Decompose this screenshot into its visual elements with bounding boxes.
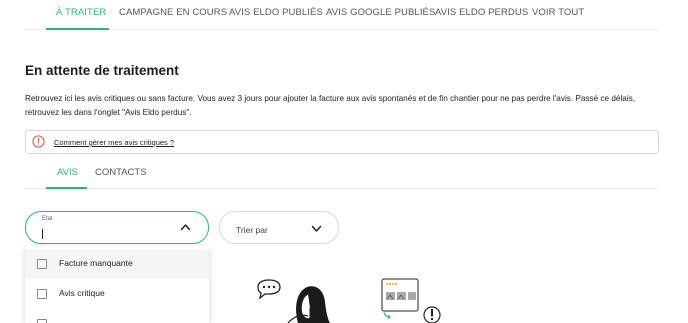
person-illustration <box>257 279 330 323</box>
tab-avis-eldo-publies[interactable]: AVIS ELDO PUBLIÉS <box>229 7 323 18</box>
info-banner: Comment gérer mes avis critiques ? <box>25 130 659 154</box>
tab-avis-eldo-perdus[interactable]: AVIS ELDO PERDUS <box>435 7 528 18</box>
chevron-up-icon[interactable] <box>180 223 191 231</box>
review-card-illustration <box>381 278 441 323</box>
tab-contacts[interactable]: CONTACTS <box>95 167 147 178</box>
active-tab-indicator <box>46 28 109 30</box>
chevron-down-icon[interactable] <box>311 225 322 233</box>
sub-tabs: AVIS CONTACTS <box>25 158 658 189</box>
tab-campagne-en-cours[interactable]: CAMPAGNE EN COURS <box>119 7 227 18</box>
etat-dropdown-menu: Facture manquante Avis critique <box>25 246 209 323</box>
etat-label: Etat <box>42 216 53 222</box>
sort-select[interactable]: Trier par <box>219 211 339 244</box>
option-partial[interactable] <box>25 309 209 323</box>
page-title: En attente de traitement <box>25 63 179 78</box>
tab-voir-tout[interactable]: VOIR TOUT <box>532 7 584 18</box>
page-description: Retrouvez ici les avis critiques ou sans… <box>25 94 636 117</box>
option-avis-critique[interactable]: Avis critique <box>25 279 209 309</box>
top-tabs: À TRAITER CAMPAGNE EN COURS AVIS ELDO PU… <box>25 0 658 30</box>
etat-select[interactable]: Etat <box>25 211 209 244</box>
active-subtab-indicator <box>46 187 87 189</box>
checkbox[interactable] <box>37 319 47 323</box>
tab-avis[interactable]: AVIS <box>57 167 78 178</box>
sort-placeholder: Trier par <box>236 225 268 235</box>
tab-avis-google-publies[interactable]: AVIS GOOGLE PUBLIÉS <box>326 7 435 18</box>
critical-reviews-help-link[interactable]: Comment gérer mes avis critiques ? <box>54 138 174 147</box>
option-label: Facture manquante <box>59 258 133 268</box>
text-caret <box>42 229 43 239</box>
option-label: Avis critique <box>59 288 105 298</box>
info-circle-icon <box>32 135 45 148</box>
checkbox[interactable] <box>37 259 47 269</box>
checkbox[interactable] <box>37 289 47 299</box>
option-facture-manquante[interactable]: Facture manquante <box>25 249 209 279</box>
tab-a-traiter[interactable]: À TRAITER <box>56 7 106 18</box>
